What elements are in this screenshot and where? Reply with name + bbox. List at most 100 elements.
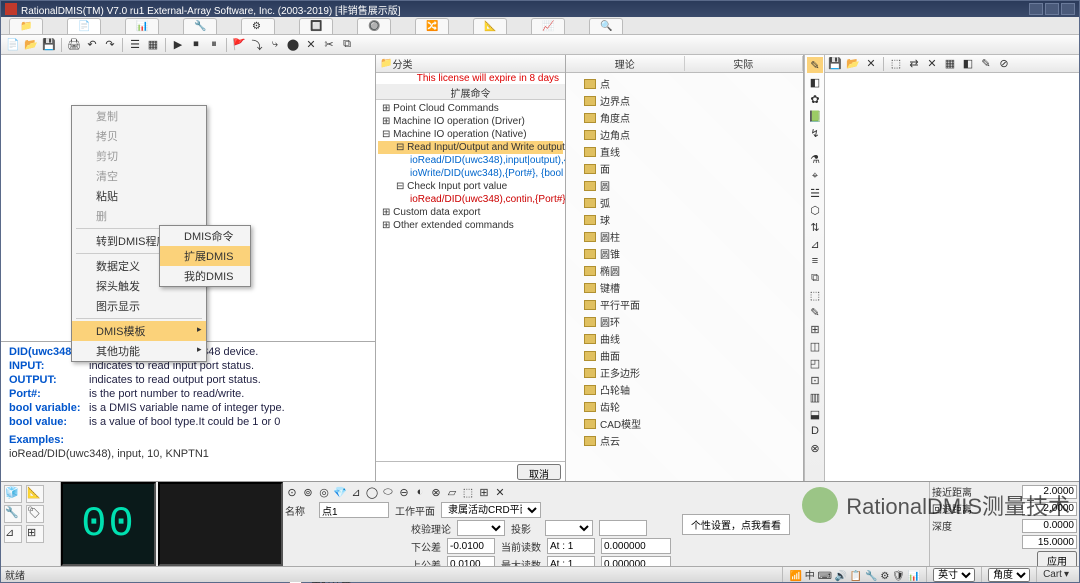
ctx-other[interactable]: 其他功能▸ (72, 341, 206, 361)
list-icon[interactable]: ☰ (127, 37, 143, 53)
bt-10[interactable]: ⊗ (429, 485, 443, 499)
feature-node[interactable]: 圆柱 (568, 228, 801, 245)
vtool-19[interactable]: ⊡ (807, 372, 823, 388)
tab-5[interactable]: ⚙ (241, 18, 275, 34)
rp-save-icon[interactable]: 💾 (827, 56, 843, 72)
flag-icon[interactable]: 🚩 (231, 37, 247, 53)
rp-c-icon[interactable]: ✕ (924, 56, 940, 72)
bt-5[interactable]: ⊿ (349, 485, 363, 499)
bl-2[interactable]: 📐 (26, 485, 44, 503)
align-select[interactable] (457, 520, 505, 536)
feature-node[interactable]: 圆环 (568, 313, 801, 330)
vtool-10[interactable]: ⇅ (807, 219, 823, 235)
bt-14[interactable]: ✕ (493, 485, 507, 499)
copy-icon[interactable]: ⧉ (339, 37, 355, 53)
break-icon[interactable]: ⬤ (285, 37, 301, 53)
rp-f-icon[interactable]: ✎ (978, 56, 994, 72)
feature-node[interactable]: 曲线 (568, 330, 801, 347)
angle-select[interactable]: 角度 (988, 568, 1030, 582)
tab-4[interactable]: 🔧 (183, 18, 217, 34)
rp-g-icon[interactable]: ⊘ (996, 56, 1012, 72)
vtool-15[interactable]: ✎ (807, 304, 823, 320)
ctx-graphic[interactable]: 图示显示 (72, 296, 206, 316)
feature-node[interactable]: 点云 (568, 432, 801, 449)
vtool-5[interactable]: ↯ (807, 125, 823, 141)
vtool-16[interactable]: ⊞ (807, 321, 823, 337)
run-icon[interactable]: ▶ (170, 37, 186, 53)
name-input[interactable] (319, 502, 389, 518)
command-tree[interactable]: ⊞ Point Cloud Commands ⊞ Machine IO oper… (376, 100, 565, 461)
bl-4[interactable]: 🏷 (26, 505, 44, 523)
bl-1[interactable]: 🧊 (4, 485, 22, 503)
retract-input[interactable] (1022, 502, 1077, 516)
bt-13[interactable]: ⊞ (477, 485, 491, 499)
cur-at[interactable] (547, 538, 595, 554)
vtool-13[interactable]: ⧉ (807, 270, 823, 286)
step-over-icon[interactable]: ⤷ (267, 37, 283, 53)
feature-node[interactable]: 边角点 (568, 126, 801, 143)
feature-node[interactable]: 面 (568, 160, 801, 177)
tab-11[interactable]: 🔍 (589, 18, 623, 34)
feature-node[interactable]: 弧 (568, 194, 801, 211)
tab-10[interactable]: 📈 (531, 18, 565, 34)
pause-icon[interactable]: ⏸ (206, 37, 222, 53)
feature-node[interactable]: 凸轮轴 (568, 381, 801, 398)
step-icon[interactable]: ⤵ (249, 37, 265, 53)
unit-select[interactable]: 英寸 (933, 568, 975, 582)
max-button[interactable] (1045, 3, 1059, 15)
rp-a-icon[interactable]: ⬚ (888, 56, 904, 72)
tab-7[interactable]: 🔘 (357, 18, 391, 34)
bt-4[interactable]: 💎 (333, 485, 347, 499)
settings-hint-button[interactable]: 个性设置，点我看看 (682, 514, 790, 535)
fly-dmis-cmd[interactable]: DMIS命令 (160, 226, 250, 246)
tab-9[interactable]: 📐 (473, 18, 507, 34)
cancel-button[interactable]: 取消 (517, 464, 561, 480)
bt-9[interactable]: ◐ (413, 485, 427, 499)
vtool-3[interactable]: ✿ (807, 91, 823, 107)
lower-input[interactable] (447, 538, 495, 554)
fly-my-dmis[interactable]: 我的DMIS (160, 266, 250, 286)
vtool-4[interactable]: 📗 (807, 108, 823, 124)
depth-input[interactable] (1022, 519, 1077, 533)
rp-open-icon[interactable]: 📂 (845, 56, 861, 72)
save-icon[interactable]: 💾 (41, 37, 57, 53)
feature-tree[interactable]: 点边界点角度点边角点直线面圆弧球圆柱圆锥椭圆键槽平行平面圆环曲线曲面正多边形凸轮… (566, 73, 803, 481)
undo-icon[interactable]: ↶ (84, 37, 100, 53)
cur-val[interactable] (601, 538, 671, 554)
redo-icon[interactable]: ↷ (102, 37, 118, 53)
bt-7[interactable]: ⬭ (381, 485, 395, 499)
vtool-9[interactable]: ⬡ (807, 202, 823, 218)
vtool-23[interactable]: ⊗ (807, 440, 823, 456)
ctx-copy[interactable]: 复制 (72, 106, 206, 126)
vtool-21[interactable]: ⬓ (807, 406, 823, 422)
bt-12[interactable]: ⬚ (461, 485, 475, 499)
vtool-22[interactable]: D (807, 423, 823, 439)
ctx-dmis-template[interactable]: DMIS模板▸ (72, 321, 206, 341)
cut-icon[interactable]: ✂ (321, 37, 337, 53)
bt-11[interactable]: ▱ (445, 485, 459, 499)
proj-select[interactable] (545, 520, 593, 536)
bl-6[interactable]: ⊞ (26, 525, 44, 543)
tab-8[interactable]: 🔀 (415, 18, 449, 34)
code-editor[interactable]: 复制 拷贝 剪切 清空 粘贴 删 转到DMIS程序窗口 数据定义 探头触发 图示… (1, 55, 375, 341)
feature-node[interactable]: 角度点 (568, 109, 801, 126)
feature-node[interactable]: CAD模型 (568, 415, 801, 432)
approach-input[interactable] (1022, 485, 1077, 499)
extra-input[interactable] (1022, 535, 1077, 549)
bl-5[interactable]: ⊿ (4, 525, 22, 543)
feature-node[interactable]: 点 (568, 75, 801, 92)
clear-icon[interactable]: ✕ (303, 37, 319, 53)
ctx-cut[interactable]: 剪切 (72, 146, 206, 166)
stop-icon[interactable]: ⏹ (188, 37, 204, 53)
print-icon[interactable]: 🖨 (66, 37, 82, 53)
feature-node[interactable]: 正多边形 (568, 364, 801, 381)
vtool-14[interactable]: ⬚ (807, 287, 823, 303)
min-button[interactable] (1029, 3, 1043, 15)
ctx-del[interactable]: 删 (72, 206, 206, 226)
feature-node[interactable]: 齿轮 (568, 398, 801, 415)
vtool-20[interactable]: ▥ (807, 389, 823, 405)
vtool-1[interactable]: ✎ (807, 57, 823, 73)
rp-del-icon[interactable]: ✕ (863, 56, 879, 72)
feature-node[interactable]: 直线 (568, 143, 801, 160)
vtool-7[interactable]: ⌖ (807, 168, 823, 184)
